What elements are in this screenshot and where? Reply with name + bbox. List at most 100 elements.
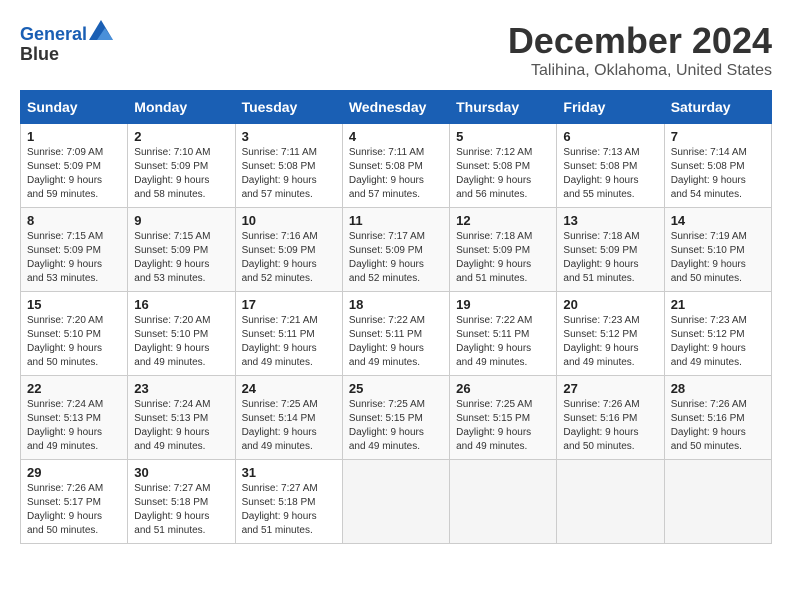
table-row: 1 Sunrise: 7:09 AMSunset: 5:09 PMDayligh… (21, 124, 128, 208)
day-number: 7 (671, 129, 765, 144)
logo-icon (89, 20, 113, 40)
table-row: 23 Sunrise: 7:24 AMSunset: 5:13 PMDaylig… (128, 376, 235, 460)
table-row: 13 Sunrise: 7:18 AMSunset: 5:09 PMDaylig… (557, 208, 664, 292)
col-wednesday: Wednesday (342, 91, 449, 124)
table-row: 15 Sunrise: 7:20 AMSunset: 5:10 PMDaylig… (21, 292, 128, 376)
calendar-subtitle: Talihina, Oklahoma, United States (508, 62, 772, 80)
calendar-table: Sunday Monday Tuesday Wednesday Thursday… (20, 90, 772, 544)
day-number: 12 (456, 213, 550, 228)
day-number: 6 (563, 129, 657, 144)
day-info: Sunrise: 7:22 AMSunset: 5:11 PMDaylight:… (456, 314, 550, 370)
table-row: 29 Sunrise: 7:26 AMSunset: 5:17 PMDaylig… (21, 460, 128, 544)
day-number: 31 (242, 465, 336, 480)
day-number: 16 (134, 297, 228, 312)
col-sunday: Sunday (21, 91, 128, 124)
table-row: 9 Sunrise: 7:15 AMSunset: 5:09 PMDayligh… (128, 208, 235, 292)
day-info: Sunrise: 7:17 AMSunset: 5:09 PMDaylight:… (349, 230, 443, 286)
table-row: 17 Sunrise: 7:21 AMSunset: 5:11 PMDaylig… (235, 292, 342, 376)
header: GeneralBlue December 2024 Talihina, Okla… (20, 20, 772, 80)
day-number: 30 (134, 465, 228, 480)
table-row (557, 460, 664, 544)
day-number: 26 (456, 381, 550, 396)
day-number: 29 (27, 465, 121, 480)
day-info: Sunrise: 7:25 AMSunset: 5:15 PMDaylight:… (349, 398, 443, 454)
day-info: Sunrise: 7:09 AMSunset: 5:09 PMDaylight:… (27, 146, 121, 202)
day-info: Sunrise: 7:26 AMSunset: 5:16 PMDaylight:… (563, 398, 657, 454)
table-row: 3 Sunrise: 7:11 AMSunset: 5:08 PMDayligh… (235, 124, 342, 208)
day-info: Sunrise: 7:27 AMSunset: 5:18 PMDaylight:… (242, 482, 336, 538)
day-number: 13 (563, 213, 657, 228)
col-monday: Monday (128, 91, 235, 124)
day-number: 23 (134, 381, 228, 396)
day-info: Sunrise: 7:27 AMSunset: 5:18 PMDaylight:… (134, 482, 228, 538)
calendar-title: December 2024 (508, 20, 772, 62)
table-row: 20 Sunrise: 7:23 AMSunset: 5:12 PMDaylig… (557, 292, 664, 376)
day-number: 3 (242, 129, 336, 144)
table-row: 30 Sunrise: 7:27 AMSunset: 5:18 PMDaylig… (128, 460, 235, 544)
table-row: 8 Sunrise: 7:15 AMSunset: 5:09 PMDayligh… (21, 208, 128, 292)
col-friday: Friday (557, 91, 664, 124)
table-row: 12 Sunrise: 7:18 AMSunset: 5:09 PMDaylig… (450, 208, 557, 292)
title-section: December 2024 Talihina, Oklahoma, United… (508, 20, 772, 80)
day-info: Sunrise: 7:20 AMSunset: 5:10 PMDaylight:… (134, 314, 228, 370)
col-tuesday: Tuesday (235, 91, 342, 124)
table-row: 24 Sunrise: 7:25 AMSunset: 5:14 PMDaylig… (235, 376, 342, 460)
col-thursday: Thursday (450, 91, 557, 124)
day-number: 19 (456, 297, 550, 312)
table-row: 21 Sunrise: 7:23 AMSunset: 5:12 PMDaylig… (664, 292, 771, 376)
day-info: Sunrise: 7:13 AMSunset: 5:08 PMDaylight:… (563, 146, 657, 202)
day-number: 22 (27, 381, 121, 396)
day-number: 15 (27, 297, 121, 312)
day-info: Sunrise: 7:18 AMSunset: 5:09 PMDaylight:… (563, 230, 657, 286)
table-row: 11 Sunrise: 7:17 AMSunset: 5:09 PMDaylig… (342, 208, 449, 292)
day-info: Sunrise: 7:25 AMSunset: 5:14 PMDaylight:… (242, 398, 336, 454)
day-info: Sunrise: 7:24 AMSunset: 5:13 PMDaylight:… (134, 398, 228, 454)
day-number: 9 (134, 213, 228, 228)
day-number: 17 (242, 297, 336, 312)
table-row: 2 Sunrise: 7:10 AMSunset: 5:09 PMDayligh… (128, 124, 235, 208)
day-number: 14 (671, 213, 765, 228)
day-number: 4 (349, 129, 443, 144)
logo-text: GeneralBlue (20, 20, 113, 65)
day-number: 27 (563, 381, 657, 396)
day-info: Sunrise: 7:11 AMSunset: 5:08 PMDaylight:… (349, 146, 443, 202)
day-info: Sunrise: 7:14 AMSunset: 5:08 PMDaylight:… (671, 146, 765, 202)
day-number: 1 (27, 129, 121, 144)
day-info: Sunrise: 7:15 AMSunset: 5:09 PMDaylight:… (134, 230, 228, 286)
table-row: 5 Sunrise: 7:12 AMSunset: 5:08 PMDayligh… (450, 124, 557, 208)
col-saturday: Saturday (664, 91, 771, 124)
table-row: 4 Sunrise: 7:11 AMSunset: 5:08 PMDayligh… (342, 124, 449, 208)
table-row: 10 Sunrise: 7:16 AMSunset: 5:09 PMDaylig… (235, 208, 342, 292)
table-row: 25 Sunrise: 7:25 AMSunset: 5:15 PMDaylig… (342, 376, 449, 460)
day-info: Sunrise: 7:23 AMSunset: 5:12 PMDaylight:… (671, 314, 765, 370)
day-number: 18 (349, 297, 443, 312)
table-row: 27 Sunrise: 7:26 AMSunset: 5:16 PMDaylig… (557, 376, 664, 460)
table-row: 7 Sunrise: 7:14 AMSunset: 5:08 PMDayligh… (664, 124, 771, 208)
calendar-week-row: 15 Sunrise: 7:20 AMSunset: 5:10 PMDaylig… (21, 292, 772, 376)
calendar-week-row: 1 Sunrise: 7:09 AMSunset: 5:09 PMDayligh… (21, 124, 772, 208)
table-row: 22 Sunrise: 7:24 AMSunset: 5:13 PMDaylig… (21, 376, 128, 460)
day-number: 10 (242, 213, 336, 228)
logo: GeneralBlue (20, 20, 113, 65)
table-row: 28 Sunrise: 7:26 AMSunset: 5:16 PMDaylig… (664, 376, 771, 460)
day-info: Sunrise: 7:22 AMSunset: 5:11 PMDaylight:… (349, 314, 443, 370)
day-number: 20 (563, 297, 657, 312)
table-row (664, 460, 771, 544)
table-row: 14 Sunrise: 7:19 AMSunset: 5:10 PMDaylig… (664, 208, 771, 292)
day-info: Sunrise: 7:10 AMSunset: 5:09 PMDaylight:… (134, 146, 228, 202)
day-info: Sunrise: 7:21 AMSunset: 5:11 PMDaylight:… (242, 314, 336, 370)
calendar-header-row: Sunday Monday Tuesday Wednesday Thursday… (21, 91, 772, 124)
day-number: 24 (242, 381, 336, 396)
day-info: Sunrise: 7:12 AMSunset: 5:08 PMDaylight:… (456, 146, 550, 202)
day-number: 21 (671, 297, 765, 312)
calendar-week-row: 22 Sunrise: 7:24 AMSunset: 5:13 PMDaylig… (21, 376, 772, 460)
day-info: Sunrise: 7:26 AMSunset: 5:17 PMDaylight:… (27, 482, 121, 538)
table-row: 18 Sunrise: 7:22 AMSunset: 5:11 PMDaylig… (342, 292, 449, 376)
calendar-week-row: 8 Sunrise: 7:15 AMSunset: 5:09 PMDayligh… (21, 208, 772, 292)
day-number: 2 (134, 129, 228, 144)
day-info: Sunrise: 7:25 AMSunset: 5:15 PMDaylight:… (456, 398, 550, 454)
table-row (342, 460, 449, 544)
day-info: Sunrise: 7:24 AMSunset: 5:13 PMDaylight:… (27, 398, 121, 454)
day-number: 5 (456, 129, 550, 144)
day-number: 8 (27, 213, 121, 228)
